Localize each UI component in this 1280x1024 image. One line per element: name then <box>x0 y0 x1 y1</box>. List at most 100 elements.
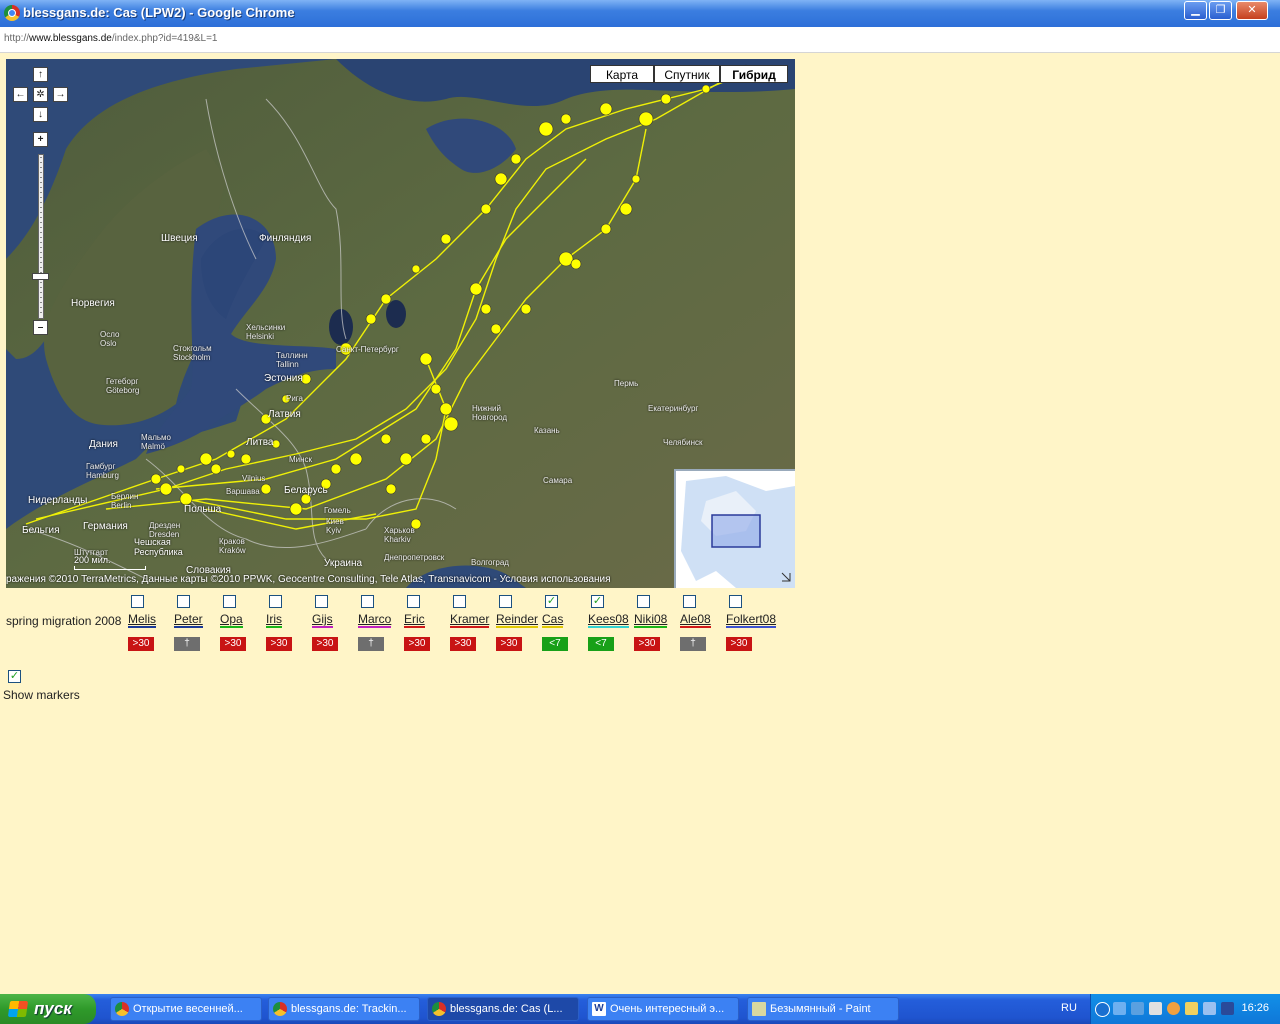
map-label-samara: Самара <box>543 476 573 485</box>
bird-status-badge: >30 <box>128 637 154 651</box>
bird-status-badge: <7 <box>588 637 614 651</box>
map-label-czech: Чешская Республика <box>134 537 183 557</box>
folder-icon[interactable] <box>1185 1002 1198 1015</box>
bird-checkbox[interactable] <box>499 595 512 608</box>
bird-checkbox[interactable] <box>315 595 328 608</box>
start-button[interactable]: пуск <box>0 994 96 1024</box>
network-icon[interactable] <box>1113 1002 1126 1015</box>
overview-map[interactable] <box>674 469 795 588</box>
zoom-slider-handle[interactable] <box>32 273 49 280</box>
map-label-gomel: Гомель <box>324 506 351 515</box>
map-label-warsaw: Варшава <box>226 487 260 496</box>
bird-status-badge: >30 <box>220 637 246 651</box>
bird-color-line <box>220 626 243 628</box>
system-tray: 16:26 <box>1090 994 1280 1024</box>
bird-color-line <box>496 626 538 628</box>
map-label-stpetersburg: Санкт-Петербург <box>336 345 399 354</box>
bird-checkbox[interactable] <box>269 595 282 608</box>
bird-name[interactable]: Peter <box>174 612 203 626</box>
show-markers-checkbox[interactable]: ✓ <box>8 670 21 683</box>
bird-checkbox[interactable]: ✓ <box>545 595 558 608</box>
bird-checkbox[interactable] <box>637 595 650 608</box>
pan-right-button[interactable]: → <box>53 87 68 102</box>
bird-status-badge: † <box>680 637 706 651</box>
map-type-map-button[interactable]: Карта <box>590 65 654 83</box>
chrome-icon <box>273 1002 287 1016</box>
bird-name[interactable]: Ale08 <box>680 612 711 626</box>
map-label-perm: Пермь <box>614 379 639 388</box>
map-label-germany: Германия <box>83 521 128 532</box>
taskbar-item-label: blessgans.de: Cas (L... <box>450 1003 563 1015</box>
taskbar-item[interactable]: W Очень интересный э... <box>587 997 739 1021</box>
zoom-out-button[interactable]: – <box>33 320 48 335</box>
bird-name[interactable]: Eric <box>404 612 425 626</box>
bird-status-badge: >30 <box>634 637 660 651</box>
taskbar-item[interactable]: Открытие весенней... <box>110 997 262 1021</box>
bird-checkbox[interactable] <box>177 595 190 608</box>
bird-checkbox[interactable] <box>683 595 696 608</box>
bird-checkbox[interactable] <box>361 595 374 608</box>
scale-label: 200 мил. <box>74 555 111 565</box>
network-icon-2[interactable] <box>1131 1002 1144 1015</box>
pan-up-button[interactable]: ↑ <box>33 67 48 82</box>
start-label: пуск <box>34 999 72 1018</box>
zoom-in-button[interactable]: + <box>33 132 48 147</box>
address-url[interactable]: http://www.blessgans.de/index.php?id=419… <box>4 33 218 44</box>
taskbar-item[interactable]: Безымянный - Paint <box>747 997 899 1021</box>
word-icon: W <box>592 1002 606 1016</box>
bird-name[interactable]: Folkert08 <box>726 612 776 626</box>
speaker-icon[interactable] <box>1203 1002 1216 1015</box>
bird-name[interactable]: Iris <box>266 612 282 626</box>
bird-name[interactable]: Gijs <box>312 612 333 626</box>
bird-checkbox[interactable] <box>729 595 742 608</box>
map-label-hamburg: Гамбург Hamburg <box>86 462 119 480</box>
map-label-kyiv: Киев Kyiv <box>326 517 344 535</box>
tray-expand-icon[interactable] <box>1095 1002 1110 1017</box>
pan-down-button[interactable]: ↓ <box>33 107 48 122</box>
clock[interactable]: 16:26 <box>1241 1002 1269 1014</box>
bird-status-badge: >30 <box>496 637 522 651</box>
bird-name[interactable]: Cas <box>542 612 563 626</box>
tray-app-icon[interactable] <box>1149 1002 1162 1015</box>
bird-name[interactable]: Melis <box>128 612 156 626</box>
bird-name[interactable]: Kees08 <box>588 612 629 626</box>
chrome-icon <box>4 5 20 21</box>
bird-name[interactable]: Marco <box>358 612 391 626</box>
bird-name[interactable]: Kramer <box>450 612 489 626</box>
tray-app-icon-3[interactable] <box>1221 1002 1234 1015</box>
language-indicator[interactable]: RU <box>1061 1002 1077 1014</box>
map-type-hybrid-button[interactable]: Гибрид <box>720 65 788 83</box>
address-bar[interactable]: http://www.blessgans.de/index.php?id=419… <box>0 27 1280 53</box>
bird-checkbox[interactable] <box>131 595 144 608</box>
restore-button[interactable]: ❐ <box>1209 1 1232 20</box>
minimize-button[interactable]: ▁ <box>1184 1 1207 20</box>
bird-name[interactable]: Opa <box>220 612 243 626</box>
tray-app-icon-2[interactable] <box>1167 1002 1180 1015</box>
map-label-dnepropetrovsk: Днепропетровск <box>384 553 445 562</box>
bird-checkbox[interactable]: ✓ <box>591 595 604 608</box>
scale-bar <box>74 566 146 570</box>
bird-color-line <box>450 626 489 628</box>
close-button[interactable]: ✕ <box>1236 1 1268 20</box>
taskbar-item[interactable]: blessgans.de: Trackin... <box>268 997 420 1021</box>
bird-checkbox[interactable] <box>407 595 420 608</box>
bird-checkbox[interactable] <box>223 595 236 608</box>
map-label-belgium: Бельгия <box>22 525 60 536</box>
taskbar-item-active[interactable]: blessgans.de: Cas (L... <box>427 997 579 1021</box>
bird-name[interactable]: Niki08 <box>634 612 667 626</box>
google-map[interactable]: Швеция Финляндия Норвегия Хельсинки Hels… <box>6 59 795 588</box>
window-title: blessgans.de: Cas (LPW2) - Google Chrome <box>23 5 295 20</box>
zoom-slider-track[interactable] <box>38 154 44 319</box>
windows-taskbar: пуск Открытие весенней... blessgans.de: … <box>0 994 1280 1024</box>
pan-center-button[interactable]: ✲ <box>33 87 48 102</box>
bird-name[interactable]: Reinder <box>496 612 538 626</box>
map-label-goteborg: Гетеборг Göteborg <box>106 377 140 395</box>
map-type-satellite-button[interactable]: Спутник <box>654 65 720 83</box>
window-titlebar[interactable]: blessgans.de: Cas (LPW2) - Google Chrome… <box>0 0 1280 27</box>
pan-left-button[interactable]: ← <box>13 87 28 102</box>
bird-color-line <box>404 626 425 628</box>
bird-status-badge: >30 <box>312 637 338 651</box>
bird-color-line <box>588 626 629 628</box>
bird-checkbox[interactable] <box>453 595 466 608</box>
map-label-finland: Финляндия <box>259 233 312 244</box>
